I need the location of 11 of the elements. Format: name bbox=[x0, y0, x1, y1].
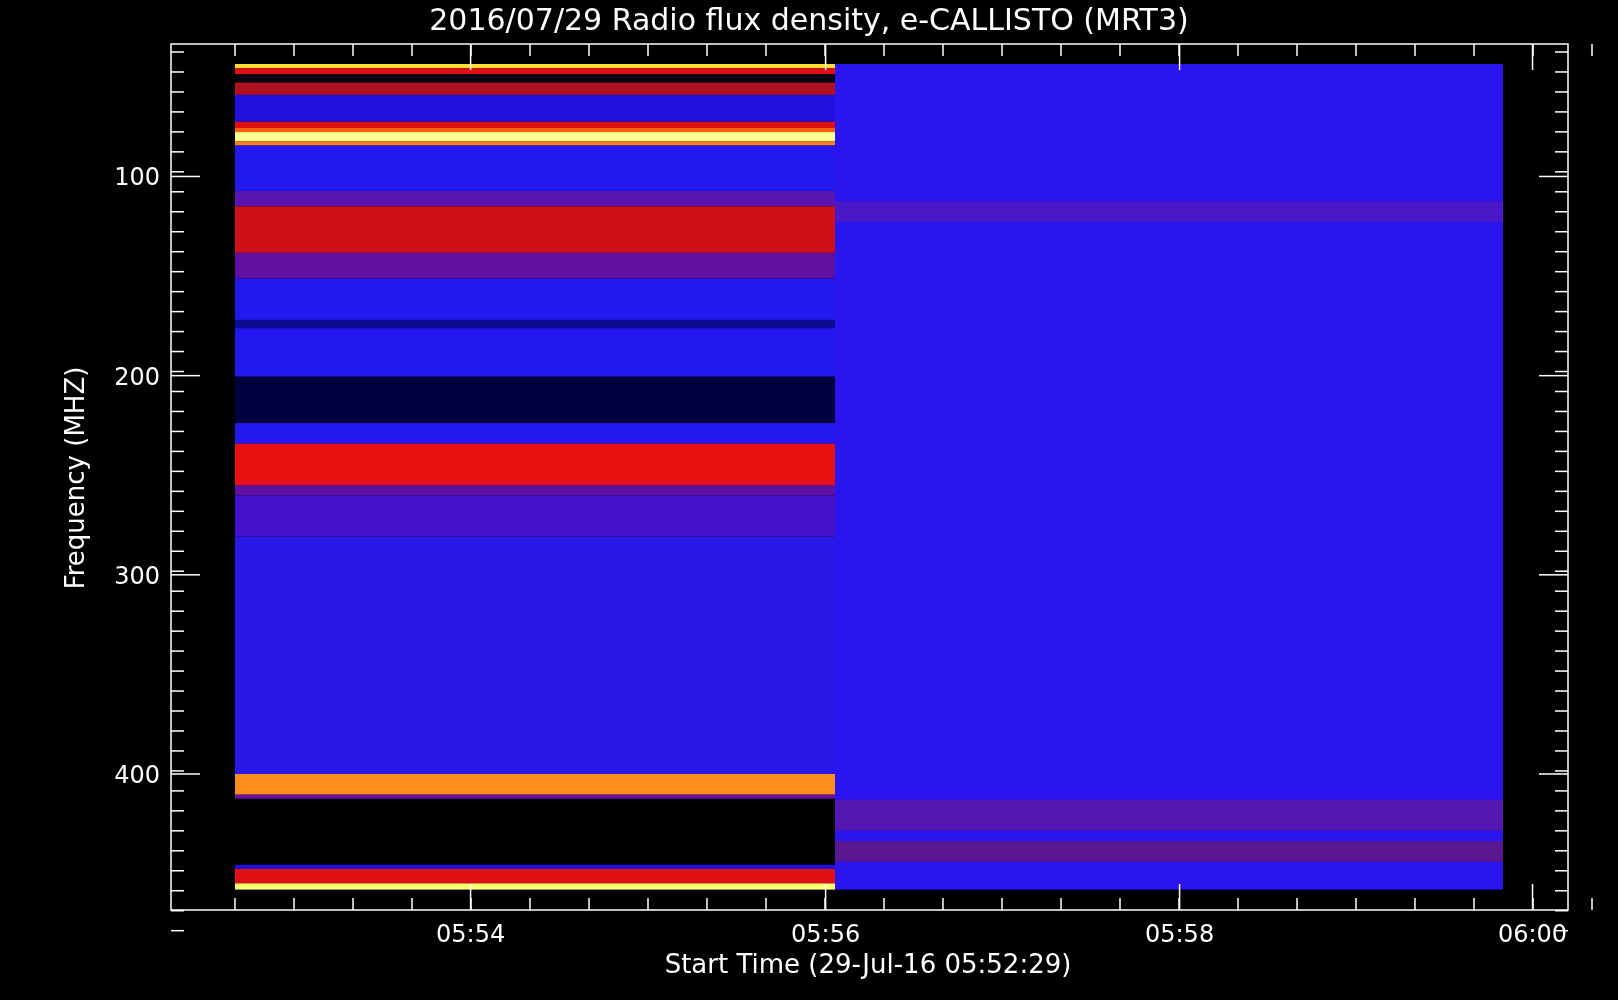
y-tick-label: 400 bbox=[114, 761, 160, 789]
x-axis-label: Start Time (29-Jul-16 05:52:29) bbox=[664, 949, 1072, 979]
x-tick-label: 05:54 bbox=[436, 920, 506, 948]
y-tick-label: 200 bbox=[114, 362, 160, 391]
y-axis-label: Frequency (MHZ) bbox=[60, 366, 90, 590]
x-tick-label: 06:00 bbox=[1497, 920, 1568, 948]
y-tick-label: 100 bbox=[114, 163, 160, 192]
x-tick-label: 05:56 bbox=[791, 920, 861, 948]
y-tick-label: 300 bbox=[114, 561, 160, 590]
chart-title: 2016/07/29 Radio flux density, e-CALLISTO (MRT3) bbox=[429, 2, 1189, 37]
x-tick-label: 05:58 bbox=[1145, 920, 1215, 948]
